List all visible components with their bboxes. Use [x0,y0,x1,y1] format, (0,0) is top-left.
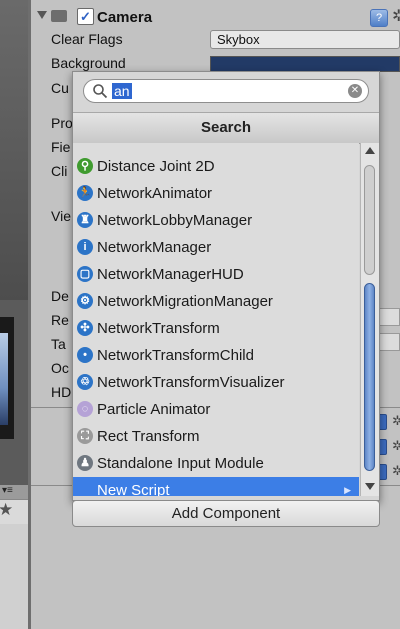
camera-icon [51,10,67,22]
prop-hdr-label: HD [51,384,72,400]
icon-glyph: ◌ [81,403,89,415]
list-item[interactable]: 🏃 NetworkAnimator [73,180,359,207]
list-item-label: Standalone Input Module [97,455,264,472]
list-item[interactable]: ✣ NetworkTransform [73,315,359,342]
scroll-down-arrow-icon[interactable] [365,483,375,490]
camera-component-header[interactable]: ✓ Camera ? ✲ [31,5,400,29]
scroll-up-arrow-icon[interactable] [365,147,375,154]
prop-rendering-path-label: Re [51,312,69,328]
list-item-label: Rect Transform [97,428,200,445]
component-list: ⚲ Distance Joint 2D 🏃 NetworkAnimator ♜ Netwo… [73,143,359,496]
list-item[interactable]: ♜ NetworkLobbyManager [73,207,359,234]
prop-clipping-planes-label: Cli [51,163,68,179]
help-icon[interactable]: ? [370,9,388,27]
icon-glyph: ♟ [80,457,90,469]
component-gear-icon[interactable]: ✲ [392,438,400,454]
list-item-label: NetworkManagerHUD [97,266,244,283]
joystick-icon: ♟ [77,455,93,471]
list-item-label: NetworkLobbyManager [97,212,253,229]
icon-glyph: ✣ [80,322,90,334]
scene-toolbar-menu-icon[interactable]: ▾≡ [2,485,13,496]
prop-depth-label: De [51,288,69,304]
prop-projection-label: Pro [51,115,73,131]
icon-glyph: ⚲ [80,160,90,172]
prop-occlusion-culling-label: Oc [51,360,69,376]
list-item[interactable]: ⚙ NetworkMigrationManager [73,288,359,315]
list-item-label: Particle Animator [97,401,211,418]
transform-icon: ✣ [77,320,93,336]
background-color-swatch[interactable] [210,56,400,72]
particle-icon: ◌ [77,401,93,417]
prop-clear-flags-label: Clear Flags [51,31,123,47]
project-panel [0,524,28,629]
icon-glyph: ⚙ [80,295,90,307]
list-item[interactable]: ◌ Particle Animator [73,396,359,423]
lobby-icon: ♜ [77,212,93,228]
network-animator-icon: 🏃 [77,185,93,201]
camera-enabled-checkbox[interactable]: ✓ [77,8,94,25]
list-item-label: New Script [97,482,170,496]
prop-viewport-rect-label: Vie [51,208,71,224]
scene-sky [0,0,28,300]
popup-title: Search [73,112,379,144]
hud-icon: ▢ [77,266,93,282]
search-input[interactable]: an ✕ [83,79,369,103]
list-item-new-script[interactable]: New Script ▶ [73,477,359,496]
scrollbar-thumb[interactable] [364,283,375,471]
list-item[interactable]: ⛶ Rect Transform [73,423,359,450]
list-item-label: NetworkTransformVisualizer [97,374,285,391]
camera-title: Camera [97,9,153,26]
list-item[interactable]: ▢ NetworkManagerHUD [73,261,359,288]
icon-glyph: ♜ [80,214,90,226]
visualizer-icon: ♲ [77,374,93,390]
add-component-popup: an ✕ Search ⚲ Distance Joint 2D 🏃 NetworkAn… [72,71,380,501]
list-item[interactable]: ⚲ Distance Joint 2D [73,153,359,180]
list-item-label: NetworkTransform [97,320,220,337]
migration-icon: ⚙ [77,293,93,309]
list-item[interactable]: • NetworkTransformChild [73,342,359,369]
list-item-label: NetworkMigrationManager [97,293,273,310]
list-item-label: NetworkManager [97,239,212,256]
clear-search-icon[interactable]: ✕ [348,84,362,98]
list-item[interactable]: ♟ Standalone Input Module [73,450,359,477]
transform-child-icon: • [77,347,93,363]
list-item[interactable]: ♲ NetworkTransformVisualizer [73,369,359,396]
list-item-label: Distance Joint 2D [97,158,215,175]
prop-culling-mask-label: Cu [51,80,69,96]
component-gear-icon[interactable]: ✲ [392,463,400,479]
list-item-label: NetworkTransformChild [97,347,254,364]
clear-flags-dropdown[interactable]: Skybox [210,30,400,49]
list-item[interactable]: i NetworkManager [73,234,359,261]
scene-object-preview [0,333,8,425]
search-query-text[interactable]: an [112,83,132,99]
joint-icon: ⚲ [77,158,93,174]
list-scrollbar[interactable] [360,143,379,496]
icon-glyph: ▢ [79,268,91,280]
search-icon [93,84,108,99]
prop-field-of-view-label: Fie [51,139,71,155]
component-gear-icon[interactable]: ✲ [392,413,400,429]
rect-transform-icon: ⛶ [77,428,93,444]
scene-view[interactable]: ▾≡ ★ [0,0,28,629]
icon-glyph: • [83,349,87,361]
prop-background-label: Background [51,55,126,71]
star-icon[interactable]: ★ [0,500,13,520]
icon-glyph: i [83,241,87,253]
settings-gear-icon[interactable]: ✲ [392,6,400,26]
submenu-arrow-icon: ▶ [344,485,351,495]
icon-glyph: 🏃 [78,187,92,199]
icon-glyph: ⛶ [81,430,89,442]
foldout-arrow-icon[interactable] [37,11,47,19]
scrollbar-track-segment [364,165,375,275]
info-icon: i [77,239,93,255]
list-item-label: NetworkAnimator [97,185,213,202]
icon-glyph: ♲ [80,376,90,388]
add-component-button[interactable]: Add Component [72,500,380,527]
prop-target-texture-label: Ta [51,336,66,352]
